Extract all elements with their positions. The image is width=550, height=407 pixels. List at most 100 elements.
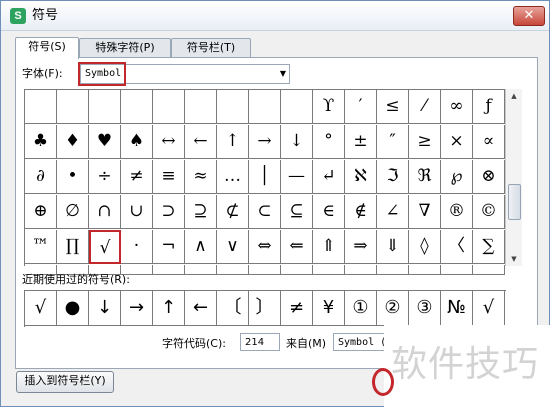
- symbol-cell[interactable]: ⊃: [153, 195, 185, 229]
- symbol-cell[interactable]: ∞: [441, 90, 473, 124]
- recent-symbol-cell[interactable]: ↑: [153, 291, 185, 326]
- tab-symbols[interactable]: 符号(S): [15, 37, 79, 59]
- symbol-cell[interactable]: ⊂: [249, 195, 281, 229]
- recent-symbol-cell[interactable]: №: [441, 291, 473, 326]
- symbol-cell[interactable]: ∑: [473, 230, 505, 264]
- symbol-cell[interactable]: [185, 90, 217, 124]
- symbol-cell[interactable]: °: [313, 125, 345, 159]
- symbol-cell[interactable]: ″: [377, 125, 409, 159]
- symbol-cell[interactable]: ≠: [121, 160, 153, 194]
- symbol-cell[interactable]: ↵: [313, 160, 345, 194]
- recent-symbol-cell[interactable]: ③: [409, 291, 441, 326]
- symbol-cell-partial[interactable]: [441, 265, 473, 275]
- symbol-cell[interactable]: ∇: [409, 195, 441, 229]
- recent-symbol-cell[interactable]: ●: [57, 291, 89, 326]
- symbol-cell[interactable]: ∈: [313, 195, 345, 229]
- symbol-cell[interactable]: ⊆: [281, 195, 313, 229]
- recent-symbol-cell[interactable]: →: [121, 291, 153, 326]
- symbol-cell[interactable]: ∂: [25, 160, 57, 194]
- recent-symbol-cell[interactable]: ②: [377, 291, 409, 326]
- symbol-cell[interactable]: ∏: [57, 230, 89, 264]
- symbol-cell[interactable]: ♠: [121, 125, 153, 159]
- close-button[interactable]: ✕: [513, 6, 545, 26]
- symbol-cell[interactable]: →: [249, 125, 281, 159]
- symbol-cell-partial[interactable]: [153, 265, 185, 275]
- symbol-cell[interactable]: ↓: [281, 125, 313, 159]
- symbol-cell[interactable]: …: [217, 160, 249, 194]
- symbol-cell[interactable]: ⇒: [345, 230, 377, 264]
- symbol-cell[interactable]: ↑: [217, 125, 249, 159]
- symbol-cell[interactable]: ′: [345, 90, 377, 124]
- symbol-cell[interactable]: ∉: [345, 195, 377, 229]
- tab-special-characters[interactable]: 特殊字符(P): [79, 38, 171, 58]
- recent-symbol-cell[interactable]: ←: [185, 291, 217, 326]
- symbol-cell[interactable]: ⇔: [249, 230, 281, 264]
- symbol-cell[interactable]: [153, 90, 185, 124]
- symbol-cell[interactable]: ⊄: [217, 195, 249, 229]
- symbol-cell[interactable]: ÷: [89, 160, 121, 194]
- symbol-cell[interactable]: ∧: [185, 230, 217, 264]
- symbol-cell-partial[interactable]: [473, 265, 505, 275]
- symbol-cell[interactable]: ℘: [441, 160, 473, 194]
- tab-symbol-bar[interactable]: 符号栏(T): [171, 38, 251, 58]
- recent-symbol-cell[interactable]: √: [25, 291, 57, 326]
- symbol-cell[interactable]: [89, 90, 121, 124]
- symbol-cell[interactable]: ⊗: [473, 160, 505, 194]
- symbol-cell[interactable]: ℑ: [377, 160, 409, 194]
- symbol-cell[interactable]: ¬: [153, 230, 185, 264]
- symbol-cell[interactable]: ≈: [185, 160, 217, 194]
- symbol-cell[interactable]: ℵ: [345, 160, 377, 194]
- symbol-cell[interactable]: [25, 90, 57, 124]
- symbol-cell[interactable]: [281, 90, 313, 124]
- symbol-cell[interactable]: ∝: [473, 125, 505, 159]
- symbol-cell[interactable]: ∨: [217, 230, 249, 264]
- symbol-cell-partial[interactable]: [281, 265, 313, 275]
- scroll-down-icon[interactable]: ▼: [506, 252, 522, 266]
- recent-symbol-cell[interactable]: ①: [345, 291, 377, 326]
- symbol-cell[interactable]: ⇑: [313, 230, 345, 264]
- recent-symbol-cell[interactable]: ¥: [313, 291, 345, 326]
- symbol-cell-partial[interactable]: [249, 265, 281, 275]
- symbol-cell-partial[interactable]: [313, 265, 345, 275]
- symbol-cell[interactable]: ϒ: [313, 90, 345, 124]
- symbol-cell[interactable]: ℜ: [409, 160, 441, 194]
- symbol-cell[interactable]: •: [57, 160, 89, 194]
- symbol-cell[interactable]: ←: [185, 125, 217, 159]
- symbol-cell[interactable]: ×: [441, 125, 473, 159]
- symbol-cell[interactable]: ⁄: [409, 90, 441, 124]
- symbol-cell[interactable]: [57, 90, 89, 124]
- symbol-cell[interactable]: ∩: [89, 195, 121, 229]
- symbol-cell[interactable]: ⇐: [281, 230, 313, 264]
- symbol-cell[interactable]: ♥: [89, 125, 121, 159]
- insert-to-symbol-bar-button[interactable]: 插入到符号栏(Y): [16, 371, 114, 393]
- recent-symbol-cell[interactable]: 〔: [217, 291, 249, 326]
- symbol-cell[interactable]: ≥: [409, 125, 441, 159]
- symbol-cell[interactable]: ♣: [25, 125, 57, 159]
- symbol-cell[interactable]: ⊇: [185, 195, 217, 229]
- recent-symbol-cell[interactable]: ≠: [281, 291, 313, 326]
- symbol-cell[interactable]: ®: [441, 195, 473, 229]
- recent-symbol-cell[interactable]: 〕: [249, 291, 281, 326]
- symbol-cell[interactable]: ƒ: [473, 90, 505, 124]
- symbol-cell[interactable]: ·: [121, 230, 153, 264]
- symbol-cell-partial[interactable]: [217, 265, 249, 275]
- symbol-cell[interactable]: ©: [473, 195, 505, 229]
- symbol-cell-partial[interactable]: [377, 265, 409, 275]
- symbol-cell[interactable]: [217, 90, 249, 124]
- symbol-cell[interactable]: ⊕: [25, 195, 57, 229]
- char-code-input[interactable]: 214: [240, 333, 280, 351]
- symbol-cell[interactable]: ♦: [57, 125, 89, 159]
- symbol-cell[interactable]: ⇓: [377, 230, 409, 264]
- symbol-cell[interactable]: ↔: [153, 125, 185, 159]
- symbol-cell-partial[interactable]: [409, 265, 441, 275]
- symbol-cell[interactable]: 〈: [441, 230, 473, 264]
- symbol-cell[interactable]: ∪: [121, 195, 153, 229]
- symbol-cell[interactable]: ≡: [153, 160, 185, 194]
- symbol-cell-partial[interactable]: [185, 265, 217, 275]
- symbol-cell[interactable]: ◊: [409, 230, 441, 264]
- symbol-cell[interactable]: —: [281, 160, 313, 194]
- symbol-cell[interactable]: ™: [25, 230, 57, 264]
- symbol-cell[interactable]: [121, 90, 153, 124]
- scroll-up-icon[interactable]: ▲: [506, 89, 522, 103]
- symbol-cell-selected[interactable]: √: [89, 230, 121, 264]
